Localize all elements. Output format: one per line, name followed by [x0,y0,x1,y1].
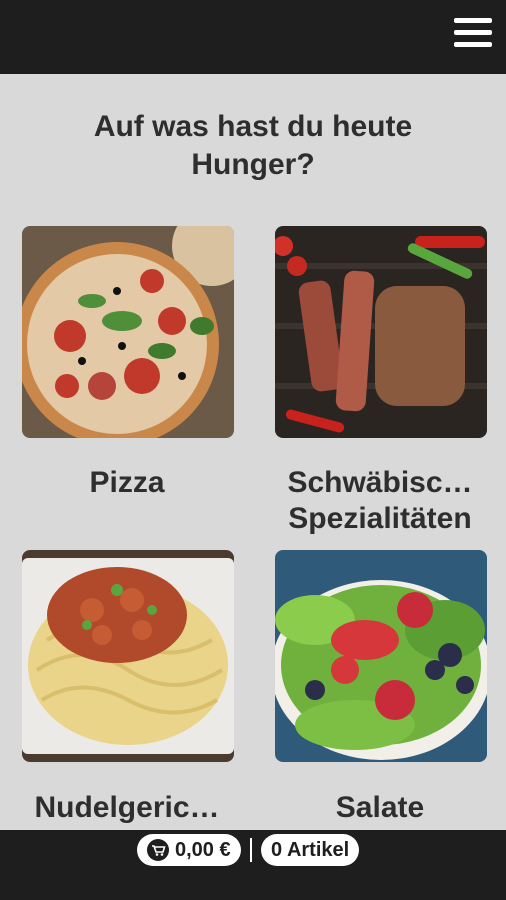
category-label-schwaebische-spezialitaeten: Schwäbisc… Spezialitäten [287,466,473,535]
pizza-image [22,226,234,438]
category-label-pizza: Pizza [89,466,165,499]
category-label-nudelgerichte: Nudelgeric… [34,791,220,824]
cart-bar: 0,00 € 0 Artikel [0,830,506,900]
category-tile-schwaebische-spezialitaeten[interactable] [275,226,487,438]
category-tile-nudelgerichte[interactable] [22,550,234,762]
category-tile-salate[interactable] [275,550,487,762]
category-label-salate: Salate [335,791,425,824]
cart-separator [250,838,252,862]
hamburger-icon[interactable] [454,18,494,54]
salad-image [275,550,487,762]
page-title: Auf was hast du heute Hunger? [93,110,413,181]
category-tile-pizza[interactable] [22,226,234,438]
cart-total: 0,00 € [175,838,231,861]
pasta-image [22,550,234,762]
top-bar [0,0,506,74]
steak-image [275,226,487,438]
cart-items-button[interactable]: 0 Artikel [261,834,360,866]
cart-item-count: 0 Artikel [271,838,350,861]
cart-icon [147,839,169,861]
cart-total-button[interactable]: 0,00 € [137,834,241,866]
